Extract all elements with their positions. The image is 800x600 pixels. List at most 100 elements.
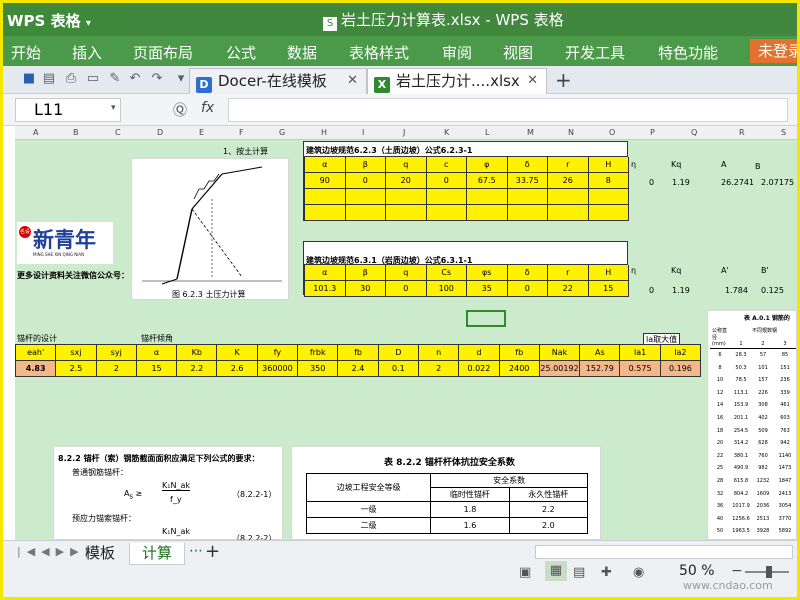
column-header[interactable]: M [527,128,534,137]
menu-view[interactable]: 视图 [503,42,533,63]
value-cell[interactable]: 15 [136,361,178,377]
column-header[interactable]: K [444,128,449,137]
column-header[interactable]: D [157,128,163,137]
column-header[interactable]: G [279,128,285,137]
value-cell[interactable]: 8 [588,173,629,189]
reading-mode-icon[interactable]: ✚ [601,565,612,580]
login-button[interactable]: 未登录 [750,39,797,63]
value-cell[interactable]: 2.4 [338,361,379,377]
new-tab-icon[interactable]: + [555,68,572,92]
table-cell: 12 [716,389,724,396]
value-cell[interactable]: 2.2 [177,361,218,377]
value-cell[interactable]: 30 [345,281,386,297]
add-sheet-icon[interactable]: + [205,541,220,562]
menu-page-layout[interactable]: 页面布局 [133,42,193,63]
format-painter-icon[interactable]: ✎ [107,71,123,87]
menu-formula[interactable]: 公式 [226,42,256,63]
value-cell[interactable]: 15 [588,281,629,297]
value-cell[interactable]: 25.00192 [539,361,581,377]
name-box[interactable]: L11 [15,98,121,122]
value-cell[interactable]: 33.75 [507,173,548,189]
print-icon[interactable]: ⎙ [63,71,79,87]
zoom-slider-thumb[interactable] [766,566,772,578]
close-icon[interactable]: ✕ [347,69,358,93]
value-cell[interactable]: 2.6 [217,361,258,377]
save-as-icon[interactable]: ▤ [41,71,57,87]
menu-table-style[interactable]: 表格样式 [349,42,409,63]
menu-special[interactable]: 特色功能 [658,42,718,63]
value-cell[interactable]: 0 [426,173,467,189]
formula-input[interactable] [228,98,788,122]
value-cell[interactable]: 4.83 [16,361,57,377]
value-cell[interactable]: 20 [386,173,427,189]
tab-docer[interactable]: D Docer-在线模板 ✕ [189,68,367,94]
column-header[interactable]: P [650,128,655,137]
value-cell[interactable]: 360000 [257,361,299,377]
menu-data[interactable]: 数据 [287,42,317,63]
column-header[interactable]: H [321,128,327,137]
value-cell[interactable]: 0.196 [660,361,702,377]
save-icon[interactable]: ■ [21,71,37,87]
column-header[interactable]: L [485,128,489,137]
value-cell[interactable]: 2 [418,361,460,377]
value-cell[interactable]: 0 [386,281,427,297]
menu-insert[interactable]: 插入 [72,42,102,63]
page-layout-icon[interactable]: ▦ [545,561,567,581]
tab-workbook[interactable]: X 岩土压力计....xlsx ✕ [367,68,547,94]
close-icon[interactable]: ✕ [527,69,538,93]
value-cell[interactable]: 22 [548,281,589,297]
column-header[interactable]: S [781,128,786,137]
table-cell: 1609 [756,490,770,497]
value-cell[interactable]: 2 [96,361,137,377]
value-cell[interactable]: 0.575 [620,361,661,377]
sheet-tab-calc[interactable]: 计算 [129,543,186,565]
menu-developer[interactable]: 开发工具 [565,42,625,63]
value-cell[interactable]: 35 [467,281,508,297]
value-cell[interactable]: 2400 [499,361,540,377]
column-header[interactable]: B [73,128,79,137]
value-cell[interactable]: 0 [345,173,386,189]
zoom-out-icon[interactable]: − [731,563,743,579]
value-cell[interactable]: 152.79 [580,361,621,377]
value-cell[interactable]: 67.5 [467,173,508,189]
value-cell[interactable]: 26 [548,173,589,189]
column-header[interactable]: F [239,128,244,137]
value-cell[interactable]: 101.3 [305,281,346,297]
value-cell[interactable]: 2.5 [56,361,97,377]
value-cell[interactable]: 90 [305,173,346,189]
value-cell[interactable]: 350 [298,361,339,377]
redo-icon[interactable]: ↷ [149,71,165,87]
column-header[interactable]: C [115,128,121,137]
sheet-grid[interactable]: 1、按土计算 图 6.2.3 土压力计算 名设 新青年 MING SHE XIN… [15,140,797,543]
chevron-down-icon[interactable]: ▾ [173,71,189,87]
column-header[interactable]: A [33,128,38,137]
selected-cell[interactable] [466,310,506,327]
column-header[interactable]: Q [691,128,697,137]
sheet-tab-template[interactable]: 模板 [73,543,127,565]
normal-view-icon[interactable]: ▣ [519,565,531,580]
column-header[interactable]: R [739,128,745,137]
value-cell[interactable]: 0 [507,281,548,297]
column-header[interactable]: O [609,128,615,137]
column-header[interactable]: N [568,128,574,137]
eye-icon[interactable]: ◉ [633,565,644,580]
anchor-table: eah' sxj syj α Kb Kfy frbk fb Dn d fb Nak As la1 la2 4.… [15,344,702,377]
undo-icon[interactable]: ↶ [127,71,143,87]
zoom-level[interactable]: 50 % [679,563,715,579]
column-header[interactable]: J [403,128,405,137]
page-break-icon[interactable]: ▤ [573,565,585,580]
chevron-down-icon[interactable]: ▾ [111,103,116,113]
value-cell[interactable]: 100 [426,281,467,297]
menu-home[interactable]: 开始 [11,42,41,63]
column-header[interactable]: E [199,128,204,137]
print-preview-icon[interactable]: ▭ [85,71,101,87]
column-header[interactable]: I [362,128,364,137]
menu-review[interactable]: 审阅 [442,42,472,63]
more-sheets-icon[interactable]: ⋯ [189,543,203,559]
fx-icon[interactable]: fx [201,100,214,116]
search-icon[interactable]: Ⓠ [173,100,187,120]
value-cell[interactable]: 0.1 [378,361,419,377]
app-menu-button[interactable]: WPS 表格 ▾ [3,9,129,33]
horizontal-scrollbar[interactable] [535,545,793,559]
value-cell[interactable]: 0.022 [459,361,500,377]
